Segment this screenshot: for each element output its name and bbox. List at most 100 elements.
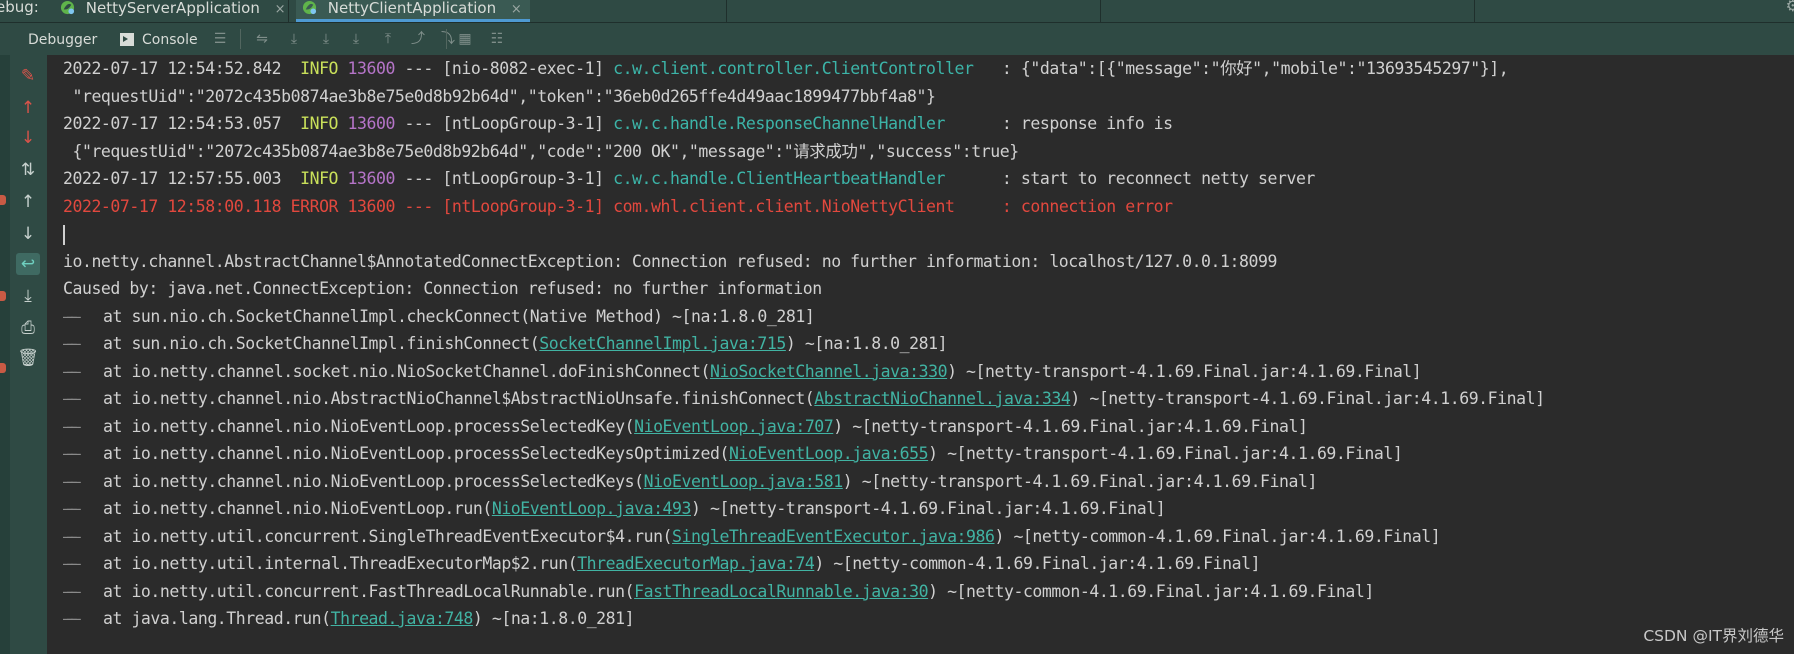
log-separator: : [945,114,1021,133]
source-link[interactable]: NioEventLoop.java:493 [492,499,692,518]
tab-console[interactable]: Console [120,23,198,55]
drop-frame-icon[interactable]: ⤴ [408,29,428,49]
edit-icon[interactable]: ✎ [16,65,40,87]
indent-marker: ——— [63,361,81,381]
trace-icon[interactable]: ☷ [487,29,507,49]
step-into-icon[interactable]: ⤓ [316,29,336,49]
cursor-line [63,220,1788,248]
tab-separator [288,0,289,22]
indent-marker: ——— [63,609,81,628]
log-logger: c.w.client.controller.ClientController [613,59,974,78]
indent-marker: ——— [63,334,81,353]
stack-frame: ——— at io.netty.channel.nio.AbstractNioCh… [63,385,1788,413]
side-marker [0,195,6,205]
stack-frame: ——— at io.netty.channel.nio.NioEventLoop.… [63,495,1788,523]
log-pid: 13600 [347,59,396,78]
debug-window: ebug: NettyServerApplication × NettyClie… [0,0,1794,654]
log-level: INFO [300,169,339,188]
log-level: ERROR [290,196,339,216]
log-level: INFO [300,114,339,133]
log-pid: 13600 [347,169,396,188]
log-timestamp: 2022-07-17 12:54:52.842 [63,59,282,78]
menu-icon[interactable]: ☰ [210,29,230,49]
stack-method: at io.netty.util.internal.ThreadExecutor… [103,554,578,573]
source-link[interactable]: NioEventLoop.java:655 [729,444,929,463]
tab-separator [1474,0,1475,22]
stack-method: at io.netty.channel.nio.NioEventLoop.pro… [103,471,644,491]
stack-method: at java.lang.Thread.run( [103,609,331,628]
log-error-line: 2022-07-17 12:58:00.118 ERROR 13600 --- … [63,193,1788,221]
stack-jar: ) ~[netty-common-4.1.69.Final.jar:4.1.69… [928,581,1374,601]
debug-tab-bar: ebug: NettyServerApplication × NettyClie… [0,0,1794,23]
source-link[interactable]: AbstractNioChannel.java:334 [814,389,1071,408]
console-output[interactable]: 2022-07-17 12:54:52.842 INFO 13600 --- [… [47,55,1794,654]
source-link[interactable]: SocketChannelImpl.java:715 [539,334,786,353]
close-icon[interactable]: × [275,2,286,18]
gear-icon[interactable]: ⚙ [1786,0,1794,15]
stack-native: Native Method [529,306,654,326]
indent-marker: ——— [63,554,81,573]
tab-label: NettyClientApplication [327,0,497,17]
stack-jar: ) ~[netty-transport-4.1.69.Final.jar:4.1… [842,471,1318,491]
log-info-line: 2022-07-17 12:54:53.057 INFO 13600 --- [… [63,110,1788,138]
trash-icon[interactable]: 🗑 [16,347,40,369]
indent-marker: ——— [63,499,81,518]
log-continuation-line: {"requestUid":"2072c435b0874ae3b8e75e0d8… [63,138,1788,166]
arrow-down-icon[interactable]: ↓ [16,223,40,245]
sort-icon[interactable]: ⇅ [16,159,40,181]
scroll-to-end-icon[interactable]: ⤓ [16,285,40,307]
tab-netty-client-application[interactable]: NettyClientApplication × [296,0,530,22]
stack-frame: ——— at io.netty.util.concurrent.SingleThr… [63,523,1788,551]
exception-message: io.netty.channel.AbstractChannel$Annotat… [63,251,1277,271]
tab-netty-server-application[interactable]: NettyServerApplication × [54,0,294,22]
indent-marker: ——— [63,389,81,408]
tab-separator [726,0,727,22]
indent-marker: ——— [63,444,81,463]
source-link[interactable]: NioEventLoop.java:707 [634,417,834,436]
indent-marker: ——— [63,526,81,546]
log-separator: : [973,59,1021,78]
show-execution-point-icon[interactable]: ⇋ [252,29,272,49]
log-message: connection error [1020,196,1173,216]
tab-debugger[interactable]: Debugger [28,23,97,55]
soft-wrap-icon[interactable]: ↩ [16,253,40,275]
close-icon[interactable]: × [511,2,522,18]
log-timestamp: 2022-07-17 12:57:55.003 [63,169,282,188]
source-link[interactable]: SingleThreadEventExecutor.java:986 [672,527,995,546]
stack-jar: ) ~[netty-transport-4.1.69.Final.jar:4.1… [691,499,1166,518]
arrow-up-icon[interactable]: ↑ [16,191,40,213]
source-link[interactable]: NioEventLoop.java:581 [644,472,844,491]
arrow-up-icon[interactable]: ↑ [16,97,40,119]
stack-method: at io.netty.util.concurrent.SingleThread… [103,526,673,546]
print-icon[interactable]: ⎙ [16,317,40,339]
force-step-into-icon[interactable]: ⤓ [346,29,366,49]
stack-frame: ——— at io.netty.util.internal.ThreadExecu… [63,550,1788,578]
step-out-icon[interactable]: ⤒ [378,29,398,49]
side-marker [0,363,6,373]
step-over-icon[interactable]: ⤓ [284,29,304,49]
caused-by-message: Caused by: java.net.ConnectException: Co… [63,279,822,298]
watermark: CSDN @IT界刘德华 [1643,627,1784,645]
exception-line: io.netty.channel.AbstractChannel$Annotat… [63,248,1788,276]
source-link[interactable]: Thread.java:748 [331,609,474,628]
console-icon [120,33,134,46]
source-link[interactable]: FastThreadLocalRunnable.java:30 [634,582,928,601]
source-link[interactable]: ThreadExecutorMap.java:74 [577,554,815,573]
log-separator: : [954,196,1021,216]
stack-method: at io.netty.channel.nio.NioEventLoop.pro… [103,416,635,436]
arrow-down-icon[interactable]: ↓ [16,127,40,149]
stack-frame: ——— at java.lang.Thread.run(Thread.java:7… [63,605,1788,633]
evaluate-expression-icon[interactable]: ▦ [455,29,475,49]
log-thread: --- [nio-8082-exec-1] [404,59,604,78]
toolbar-divider [240,29,241,49]
log-message: response info is [1020,114,1173,133]
console-side-toolbar: ✎ ↑ ↓ ⇅ ↑ ↓ ↩ ⤓ ⎙ 🗑 [0,55,47,654]
log-level: INFO [300,59,339,78]
stack-method: at io.netty.channel.socket.nio.NioSocket… [103,361,710,381]
log-pid: 13600 [347,196,396,216]
log-timestamp: 2022-07-17 12:54:53.057 [63,114,282,133]
caused-by-line: Caused by: java.net.ConnectException: Co… [63,275,1788,303]
source-link[interactable]: NioSocketChannel.java:330 [710,362,948,381]
stack-jar: ) ~[netty-transport-4.1.69.Final.jar:4.1… [833,416,1308,436]
log-continuation: "requestUid":"2072c435b0874ae3b8e75e0d8b… [63,86,936,106]
